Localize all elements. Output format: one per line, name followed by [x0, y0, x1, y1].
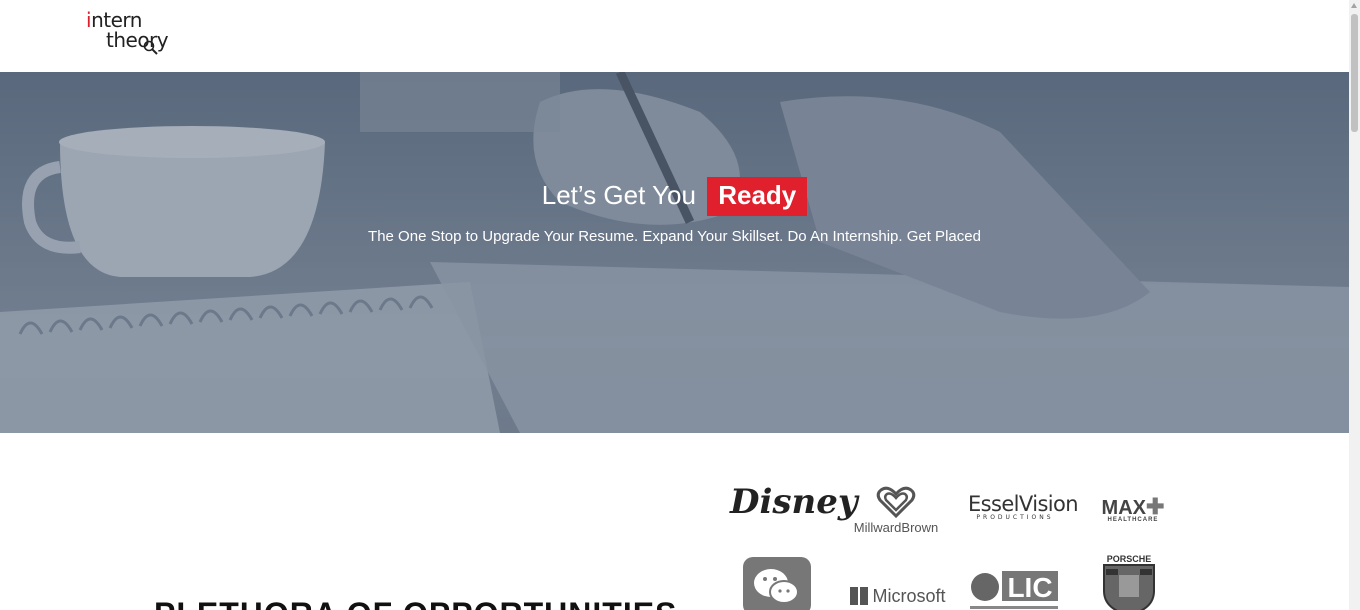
essel-vision-logo: EsselVision PRODUCTIONS [968, 492, 1079, 521]
microsoft-logo: Microsoft [848, 586, 948, 607]
max-healthcare-logo: MAX✚ HEALTHCARE [1084, 494, 1182, 523]
partner-logos: Disney MillwardBrown EsselVision PRODUCT… [724, 480, 1194, 610]
magnifier-icon [143, 40, 158, 55]
porsche-crest: PORSCHE [1103, 554, 1155, 610]
opportunities-heading: PLETHORA OF OPPORTUNITIES [154, 596, 677, 610]
porsche-text: PORSCHE [1107, 554, 1152, 564]
scrollbar-thumb[interactable] [1351, 14, 1358, 132]
millward-brown-logo: MillwardBrown [846, 486, 946, 535]
essel-vision-text: EsselVision [968, 492, 1079, 516]
scroll-up-icon[interactable] [1351, 3, 1357, 8]
hero-title-highlight: Ready [707, 177, 808, 216]
lic-text: LIC [1007, 572, 1052, 603]
site-header: intern theory [0, 0, 1349, 72]
wechat-logo [743, 557, 811, 610]
max-cross-icon: ✚ [1146, 494, 1165, 519]
windows-icon [850, 587, 869, 605]
wechat-bubbles-icon [754, 569, 799, 604]
lic-logo: LIC [968, 569, 1060, 610]
intern-theory-logo[interactable]: intern theory [86, 8, 178, 60]
logo-text-intern: intern [86, 8, 142, 32]
disney-logo: Disney [730, 482, 858, 522]
hero-title-prefix: Let’s Get You [541, 180, 696, 210]
hero-subtitle: The One Stop to Upgrade Your Resume. Exp… [368, 228, 981, 245]
essel-vision-subtext: PRODUCTIONS [976, 514, 1054, 521]
microsoft-text: Microsoft [872, 586, 946, 606]
page-scrollbar[interactable] [1349, 0, 1360, 610]
millward-brown-text: MillwardBrown [853, 520, 939, 535]
hero-title: Let’s Get You Ready [0, 177, 1349, 216]
hero-overlay [0, 72, 1349, 433]
lic-emblem: LIC [968, 569, 1060, 610]
page: intern theory Let’s Get You Ready The On… [0, 0, 1349, 610]
porsche-logo: PORSCHE [1100, 553, 1158, 610]
max-subtext: HEALTHCARE [1107, 517, 1159, 523]
millward-heart-icon [876, 486, 916, 518]
hero-banner: Let’s Get You Ready The One Stop to Upgr… [0, 72, 1349, 433]
max-text: MAX [1101, 497, 1146, 519]
